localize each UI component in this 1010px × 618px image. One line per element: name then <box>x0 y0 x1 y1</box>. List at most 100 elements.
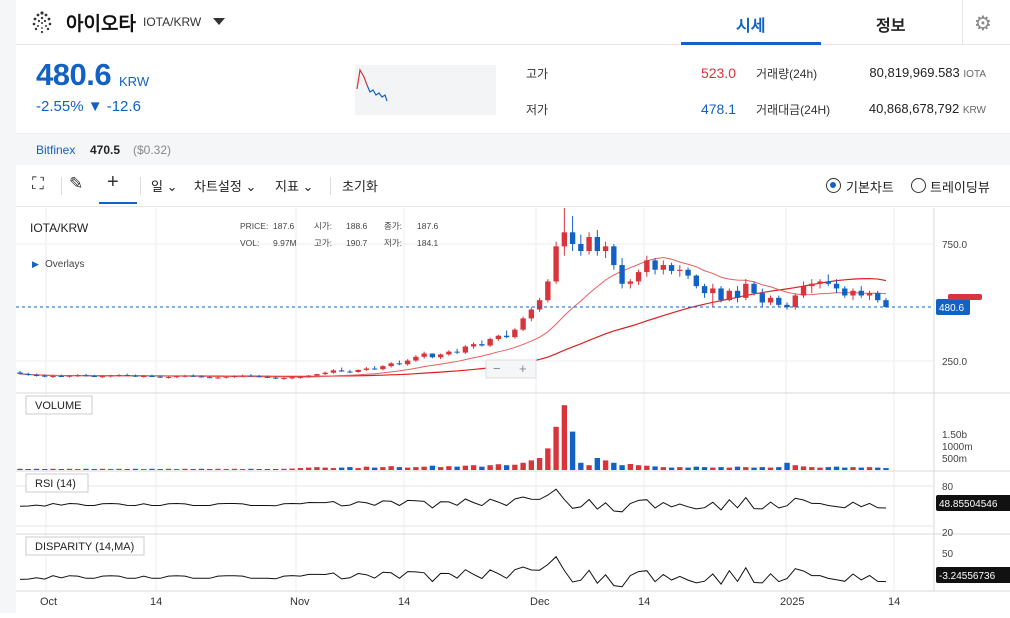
volume-bar <box>174 469 180 470</box>
candle-body <box>842 288 848 296</box>
price-chart-panel[interactable]: 250.0 750.0 480.6 IOTA/KRW ▶ Overlays PRICE: 18… <box>16 197 1010 613</box>
candle-body <box>627 281 634 284</box>
candle-body <box>75 375 81 377</box>
overlays-triangle-icon: ▶ <box>32 259 39 269</box>
candle-body <box>792 295 798 308</box>
crosshair-icon[interactable]: + <box>107 171 119 194</box>
exchange-name[interactable]: Bitfinex <box>36 143 75 157</box>
toolbar-divider <box>330 177 331 195</box>
candle-body <box>124 375 130 377</box>
volume-bar <box>157 469 163 470</box>
x-tick-label: 14 <box>398 596 410 608</box>
volume-bar <box>248 468 254 470</box>
volume-bar <box>42 469 48 470</box>
candle-body <box>355 369 361 372</box>
volume-bar <box>545 448 551 470</box>
candle-body <box>495 335 502 340</box>
candle-body <box>240 375 246 377</box>
candle-body <box>685 269 691 276</box>
amount-value: 40,868,678,792 KRW <box>786 101 986 116</box>
candle-body <box>330 370 337 373</box>
volume-bar <box>495 464 502 470</box>
volume-bar <box>586 465 592 470</box>
volume-bar <box>330 468 337 470</box>
volume-bar <box>850 467 856 470</box>
tab-quote[interactable]: 시세 <box>736 12 765 36</box>
x-tick-label: 14 <box>150 596 162 608</box>
candle-body <box>174 376 180 378</box>
gear-icon[interactable]: ⚙ <box>974 11 992 36</box>
candle-body <box>479 344 485 346</box>
candle-body <box>602 246 609 252</box>
x-tick-label: 2025 <box>780 596 804 608</box>
fullscreen-icon[interactable]: ⛶ <box>32 174 44 194</box>
volume-bar <box>569 431 576 470</box>
volume-number: 80,819,969.583 <box>869 65 960 80</box>
candle-body <box>17 372 23 374</box>
candle-body <box>487 339 493 346</box>
candle-body <box>165 376 172 378</box>
volume-bar <box>718 467 724 470</box>
candlestick-chart[interactable]: 250.0 750.0 480.6 IOTA/KRW ▶ Overlays PRICE: 18… <box>16 197 1010 613</box>
high-label: 고가 <box>526 67 549 81</box>
candle-body <box>569 232 576 244</box>
coin-dropdown-icon[interactable] <box>213 18 225 25</box>
toolbar-divider <box>61 177 62 195</box>
volume-bar <box>602 460 609 470</box>
volume-bar <box>165 468 172 470</box>
volume-bar <box>256 469 262 470</box>
current-price: 480.6 <box>36 57 112 92</box>
volume-bar <box>512 464 518 470</box>
volume-bar <box>875 467 881 470</box>
candle-body <box>800 286 807 296</box>
indicators-select[interactable]: 지표 ⌄ <box>275 176 313 195</box>
volume-bar <box>726 467 732 470</box>
candle-body <box>503 335 510 338</box>
volume-bar <box>792 465 798 470</box>
high-value: 523.0 <box>700 65 736 81</box>
disparity-tick-label: 50 <box>942 549 954 560</box>
volume-bar <box>322 467 328 470</box>
volume-bar <box>734 466 741 470</box>
legend-text: 187.6 <box>417 221 439 231</box>
candle-body <box>215 377 221 379</box>
volume-bar <box>817 467 823 470</box>
sparkline-chart <box>355 65 496 115</box>
reset-button[interactable]: 초기화 <box>342 176 378 195</box>
volume-bar <box>520 462 526 470</box>
amount-unit: KRW <box>962 105 986 116</box>
tradingview-radio[interactable] <box>911 178 926 193</box>
candle-body <box>272 377 279 379</box>
volume-bar <box>825 467 831 470</box>
candle-body <box>809 283 815 287</box>
candle-body <box>751 283 757 294</box>
exchange-usd: ($0.32) <box>133 143 172 157</box>
candle-body <box>718 288 724 301</box>
candle-body <box>289 377 295 379</box>
basic-chart-radio[interactable] <box>826 178 841 193</box>
candle-body <box>141 375 147 377</box>
candle-body <box>454 351 460 353</box>
tab-info[interactable]: 정보 <box>876 12 905 36</box>
period-select[interactable]: 일 ⌄ <box>151 176 177 195</box>
volume-bar <box>149 468 155 470</box>
candle-body <box>833 283 840 289</box>
volume-bar <box>108 469 114 470</box>
draw-pencil-icon[interactable]: ✎ <box>69 174 83 194</box>
candle-body <box>437 354 444 358</box>
candle-body <box>132 375 139 377</box>
legend-text: 9.97M <box>273 238 297 248</box>
y-tick-label: 250.0 <box>942 357 967 368</box>
candle-body <box>413 356 419 361</box>
candle-body <box>536 300 543 310</box>
candle-body <box>594 236 601 252</box>
candle-body <box>586 236 592 252</box>
chart-settings-select[interactable]: 차트설정 ⌄ <box>194 176 256 195</box>
candle-body <box>693 275 699 287</box>
volume-bar <box>132 468 139 470</box>
volume-tick-label: 500m <box>942 454 967 465</box>
candle-body <box>850 290 856 296</box>
volume-bar <box>710 467 716 470</box>
low-value: 478.1 <box>700 101 736 117</box>
candle-body <box>825 281 831 284</box>
